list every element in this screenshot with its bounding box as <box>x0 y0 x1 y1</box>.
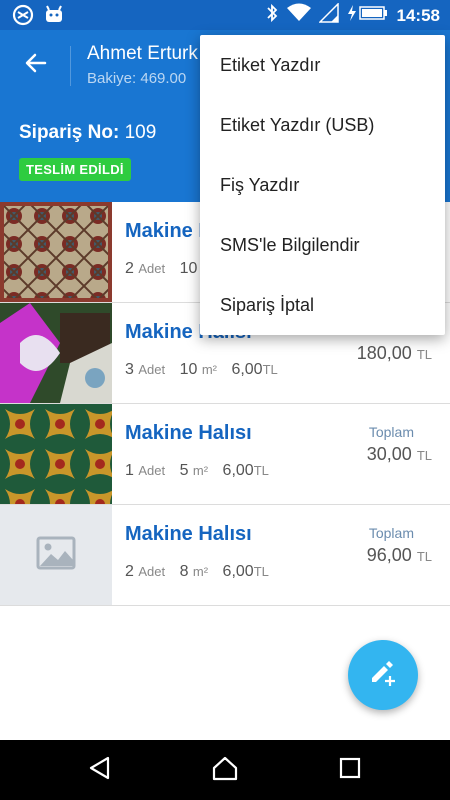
battery-charging-icon <box>347 3 389 28</box>
item-area: 8 <box>179 563 189 580</box>
image-placeholder <box>0 505 112 605</box>
item-details: 2 Adet 10 <box>125 260 207 278</box>
recents-square-icon <box>338 756 362 785</box>
item-name: Makine Halısı <box>125 523 252 545</box>
menu-item-cancel-order[interactable]: Sipariş İptal <box>200 275 445 335</box>
item-details: 2 Adet 8 m² 6,00TL <box>125 563 279 581</box>
item-area: 10 <box>179 361 198 378</box>
item-total-currency: TL <box>416 448 432 463</box>
menu-item-sms-notify[interactable]: SMS'le Bilgilendir <box>200 215 445 275</box>
item-details: 1 Adet 5 m² 6,00TL <box>125 462 279 480</box>
image-placeholder-icon <box>36 536 76 575</box>
item-area: 10 <box>179 260 198 277</box>
order-number-value: 109 <box>124 122 157 143</box>
item-unit-price: 6,00 <box>222 563 254 580</box>
status-bar: 14:58 <box>0 0 450 30</box>
home-circle-icon <box>211 754 239 787</box>
item-quantity: 2 <box>125 260 134 277</box>
item-total: 30,00 TL <box>367 444 432 465</box>
item-total-label: Toplam <box>368 424 414 440</box>
item-total-value: 180,00 <box>356 343 412 363</box>
item-total-label: Toplam <box>368 525 414 541</box>
item-quantity: 3 <box>125 361 134 378</box>
nav-recents-button[interactable] <box>334 754 366 786</box>
wifi-icon <box>286 3 311 28</box>
carpet-thumbnail <box>0 202 112 302</box>
item-total: 180,00 TL <box>357 343 432 364</box>
customer-name: Ahmet Erturk <box>87 43 198 64</box>
back-button[interactable] <box>18 47 54 83</box>
item-quantity-unit: Adet <box>138 463 166 478</box>
item-name: Makine Halısı <box>125 422 252 444</box>
item-unit-price: 6,00 <box>231 361 263 378</box>
list-item[interactable]: Makine Halısı 1 Adet 5 m² 6,00TL Toplam … <box>0 404 450 505</box>
item-total-value: 96,00 <box>366 545 412 565</box>
signal-icon <box>317 2 339 28</box>
carpet-thumbnail <box>0 404 112 504</box>
item-unit-price: 6,00 <box>222 462 254 479</box>
app-bar-divider <box>70 46 71 86</box>
item-quantity-unit: Adet <box>138 362 166 377</box>
edit-add-icon <box>366 656 400 695</box>
order-number-label: Sipariş No: <box>19 122 120 143</box>
bluetooth-icon <box>265 3 279 28</box>
nav-back-button[interactable] <box>84 754 116 786</box>
clock: 14:58 <box>396 5 440 25</box>
back-triangle-icon <box>87 755 113 786</box>
menu-item-print-label-usb[interactable]: Etiket Yazdır (USB) <box>200 95 445 155</box>
link-icon <box>12 4 34 31</box>
item-total-currency: TL <box>416 549 432 564</box>
item-area-unit: m² <box>192 463 209 478</box>
overflow-menu: Etiket Yazdır Etiket Yazdır (USB) Fiş Ya… <box>200 35 445 335</box>
arrow-back-icon <box>25 52 47 79</box>
order-number: Sipariş No: 109 <box>19 122 156 144</box>
item-total-currency: TL <box>416 347 432 362</box>
carpet-thumbnail <box>0 303 112 403</box>
status-badge: TESLİM EDİLDİ <box>19 158 131 181</box>
item-details: 3 Adet 10 m² 6,00TL <box>125 361 288 379</box>
item-quantity: 2 <box>125 563 134 580</box>
item-area-unit: m² <box>192 564 209 579</box>
customer-balance: Bakiye: 469.00 <box>87 70 187 87</box>
item-quantity-unit: Adet <box>138 261 166 276</box>
menu-item-print-label[interactable]: Etiket Yazdır <box>200 35 445 95</box>
add-item-fab[interactable] <box>348 640 418 710</box>
nav-home-button[interactable] <box>209 754 241 786</box>
menu-item-print-receipt[interactable]: Fiş Yazdır <box>200 155 445 215</box>
item-quantity-unit: Adet <box>138 564 166 579</box>
item-total: 96,00 TL <box>367 545 432 566</box>
item-area-unit: m² <box>201 362 217 377</box>
item-price-unit: TL <box>253 564 269 579</box>
item-total-value: 30,00 <box>366 444 412 464</box>
item-price-unit: TL <box>253 463 269 478</box>
item-price-unit: TL <box>262 362 278 377</box>
item-quantity: 1 <box>125 462 134 479</box>
list-item[interactable]: Makine Halısı 2 Adet 8 m² 6,00TL Toplam … <box>0 505 450 606</box>
item-area: 5 <box>179 462 189 479</box>
android-icon <box>44 4 64 31</box>
system-nav-bar <box>0 740 450 800</box>
